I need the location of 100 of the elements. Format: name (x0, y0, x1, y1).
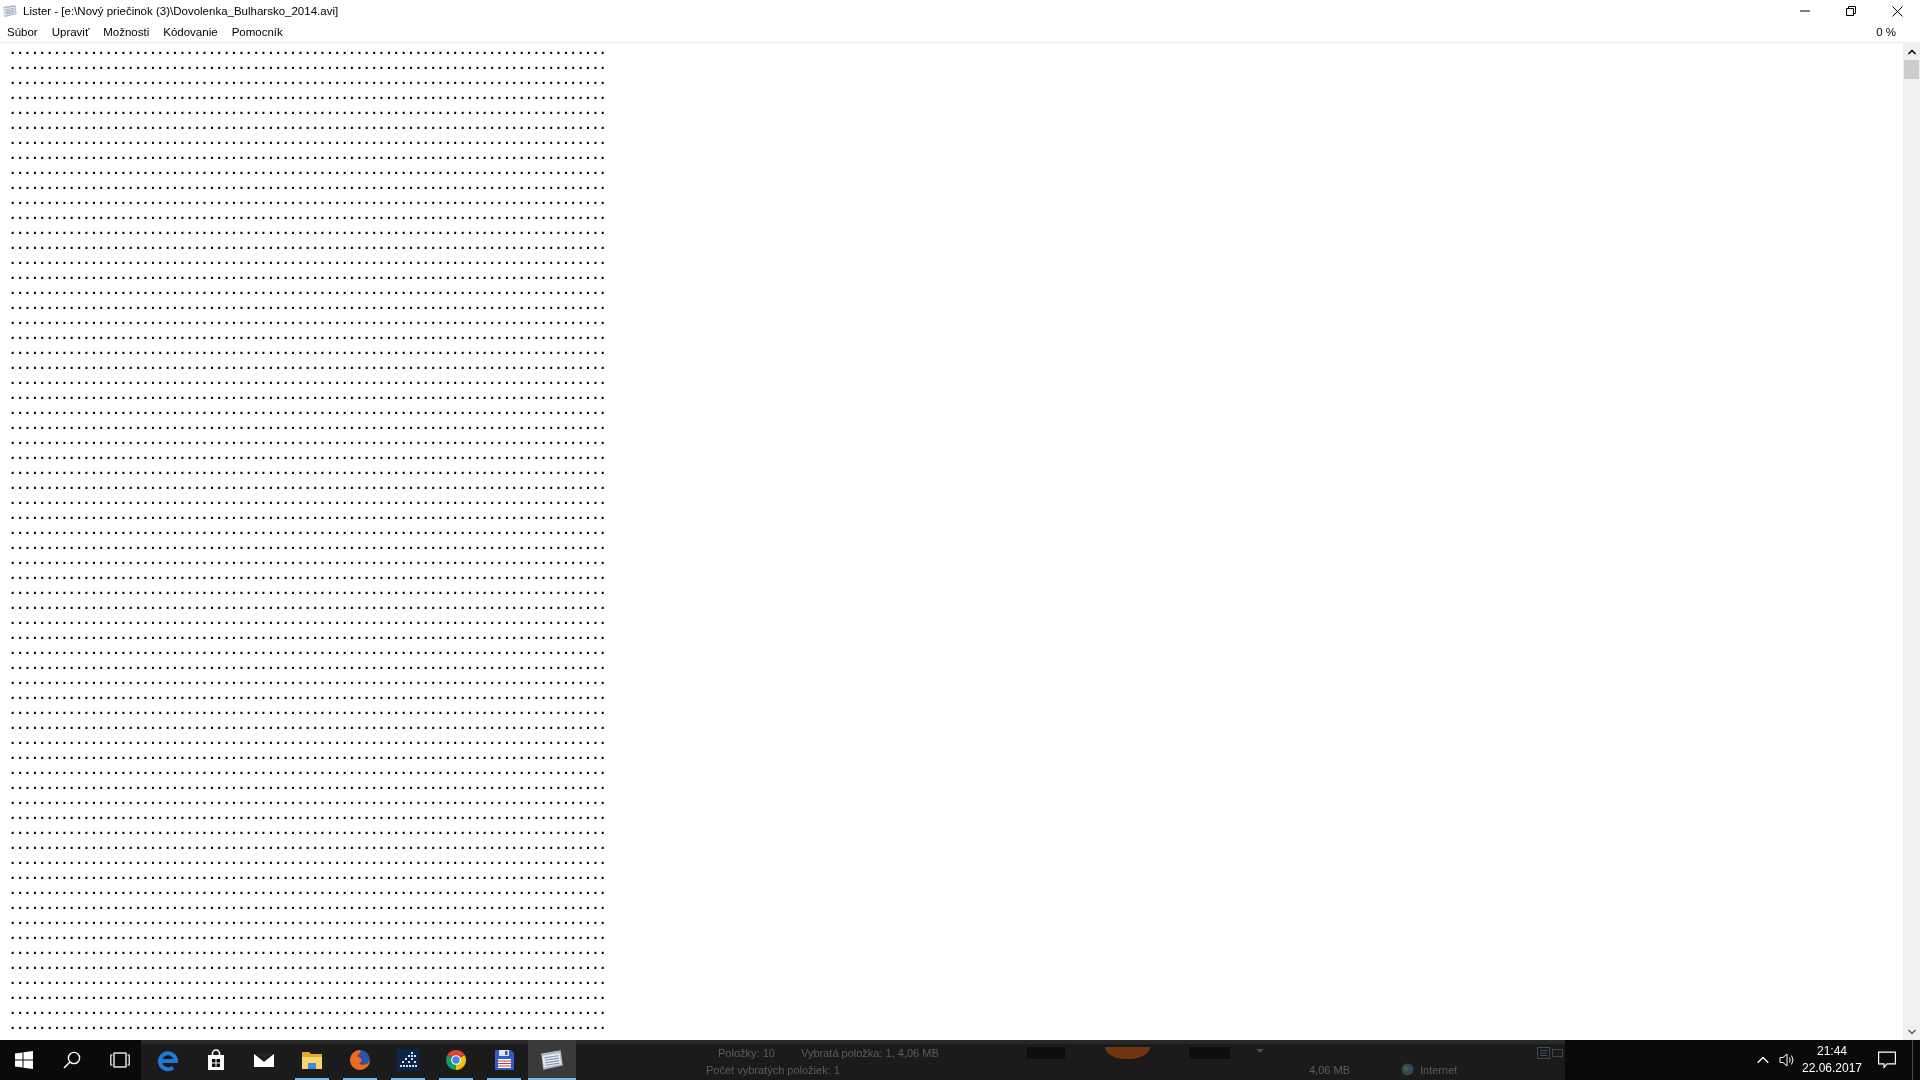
close-icon (1891, 5, 1903, 17)
globe-icon (1401, 1063, 1414, 1076)
text-line: ................................................................................. (9, 853, 607, 868)
text-line: ................................................................................. (9, 253, 607, 268)
text-line: ................................................................................. (9, 58, 607, 73)
menu-item[interactable]: Súbor (0, 22, 45, 42)
text-line: ................................................................................. (9, 928, 607, 943)
text-line: ................................................................................. (9, 418, 607, 433)
text-line: ................................................................................. (9, 328, 607, 343)
text-line: ................................................................................. (9, 463, 607, 478)
text-line: ................................................................................. (9, 73, 607, 88)
window-title: Lister - [e:\Nový priečinok (3)\Dovolenka_Bulharsko_2014.avi] (23, 5, 339, 17)
task-view-icon (110, 1050, 130, 1070)
text-line: ................................................................................. (9, 508, 607, 523)
text-line: ................................................................................. (9, 703, 607, 718)
text-line: ................................................................................. (9, 598, 607, 613)
text-line: ................................................................................. (9, 193, 607, 208)
text-line: ................................................................................. (9, 178, 607, 193)
text-line: ................................................................................. (9, 658, 607, 673)
text-line: ................................................................................. (9, 808, 607, 823)
text-line: ................................................................................. (9, 88, 607, 103)
text-line: ................................................................................. (9, 688, 607, 703)
text-line: ................................................................................. (9, 148, 607, 163)
status-text: 4,06 MB (1309, 1063, 1351, 1076)
chevron-up-icon (1757, 1054, 1769, 1066)
text-line: ................................................................................. (9, 1003, 607, 1018)
e-logo-icon (156, 1048, 180, 1072)
menu-item[interactable]: Kódovanie (156, 22, 225, 42)
menu-item[interactable]: Pomocník (224, 22, 290, 42)
dot-grid-icon (396, 1048, 420, 1072)
text-line: ................................................................................. (9, 538, 607, 553)
status-text: Položky: 10 (718, 1046, 776, 1059)
text-line: ................................................................................. (9, 208, 607, 223)
text-line: ................................................................................. (9, 793, 607, 808)
text-line: ................................................................................. (9, 583, 607, 598)
text-line: ................................................................................. (9, 283, 607, 298)
text-line: ................................................................................. (9, 403, 607, 418)
paper-stack-icon (539, 1047, 565, 1073)
text-line: ................................................................................. (9, 883, 607, 898)
text-line: ................................................................................. (9, 493, 607, 508)
status-text: Internet (1420, 1063, 1458, 1076)
text-line: ................................................................................. (9, 523, 607, 538)
text-line: ................................................................................. (9, 718, 607, 733)
text-line: ................................................................................. (9, 1018, 607, 1033)
text-line: ................................................................................. (9, 823, 607, 838)
scroll-thumb[interactable] (1904, 60, 1919, 79)
text-line: ................................................................................. (9, 223, 607, 238)
text-line: ................................................................................. (9, 313, 607, 328)
text-line: ................................................................................. (9, 973, 607, 988)
scrollbar[interactable] (1903, 43, 1920, 1040)
text-line: ................................................................................. (9, 643, 607, 658)
text-line: ................................................................................. (9, 568, 607, 583)
text-line: ................................................................................. (9, 748, 607, 763)
speech-bubble-icon (1878, 1051, 1896, 1069)
text-line: ................................................................................. (9, 733, 607, 748)
text-line: ................................................................................. (9, 133, 607, 148)
text-line: ................................................................................. (9, 478, 607, 493)
text-line: ................................................................................. (9, 958, 607, 973)
text-line: ................................................................................. (9, 118, 607, 133)
text-line: ................................................................................. (9, 43, 607, 58)
text-line: ................................................................................. (9, 613, 607, 628)
text-line: ................................................................................. (9, 913, 607, 928)
text-line: ................................................................................. (9, 943, 607, 958)
text-line: ................................................................................. (9, 343, 607, 358)
speaker-icon (1779, 1052, 1795, 1068)
position-percent: 0 % (1876, 26, 1896, 38)
segmented-ring-icon (444, 1048, 468, 1072)
text-line: ................................................................................. (9, 898, 607, 913)
paper-stack-icon (2, 3, 18, 19)
text-line: ................................................................................. (9, 268, 607, 283)
menu-item[interactable]: Upraviť (44, 22, 97, 42)
text-line: ................................................................................. (9, 673, 607, 688)
text-line: ................................................................................. (9, 373, 607, 388)
clock-button[interactable]: 21:44 22.06.2017 (1799, 1040, 1865, 1080)
chevron-up-icon (1907, 47, 1916, 56)
text-line: ................................................................................. (9, 448, 607, 463)
view-toggle-icon (1537, 1046, 1563, 1059)
four-panes-icon (15, 1051, 33, 1069)
text-line: ................................................................................. (9, 103, 607, 118)
menu-item[interactable]: Možnosti (96, 22, 157, 42)
chevron-down-icon (1907, 1027, 1916, 1036)
text-line: ................................................................................. (9, 388, 607, 403)
swirl-globe-icon (348, 1048, 372, 1072)
text-line: ................................................................................. (9, 163, 607, 178)
restore-icon (1846, 6, 1856, 16)
text-line: ................................................................................. (9, 988, 607, 1003)
text-line: ................................................................................. (9, 778, 607, 793)
text-line: ................................................................................. (9, 358, 607, 373)
text-line: ................................................................................. (9, 763, 607, 778)
text-line: ................................................................................. (9, 553, 607, 568)
text-line: ................................................................................. (9, 838, 607, 853)
search-icon (63, 1051, 81, 1069)
text-line: ................................................................................. (9, 238, 607, 253)
status-text: Počet vybratých položiek: 1 (706, 1063, 841, 1076)
text-line: ................................................................................. (9, 868, 607, 883)
text-line: ................................................................................. (9, 298, 607, 313)
taskbar-button[interactable] (528, 1040, 576, 1080)
text-line: ................................................................................. (9, 628, 607, 643)
status-text: Vybratá položka: 1, 4,06 MB (801, 1046, 940, 1059)
text-line: ................................................................................. (9, 433, 607, 448)
